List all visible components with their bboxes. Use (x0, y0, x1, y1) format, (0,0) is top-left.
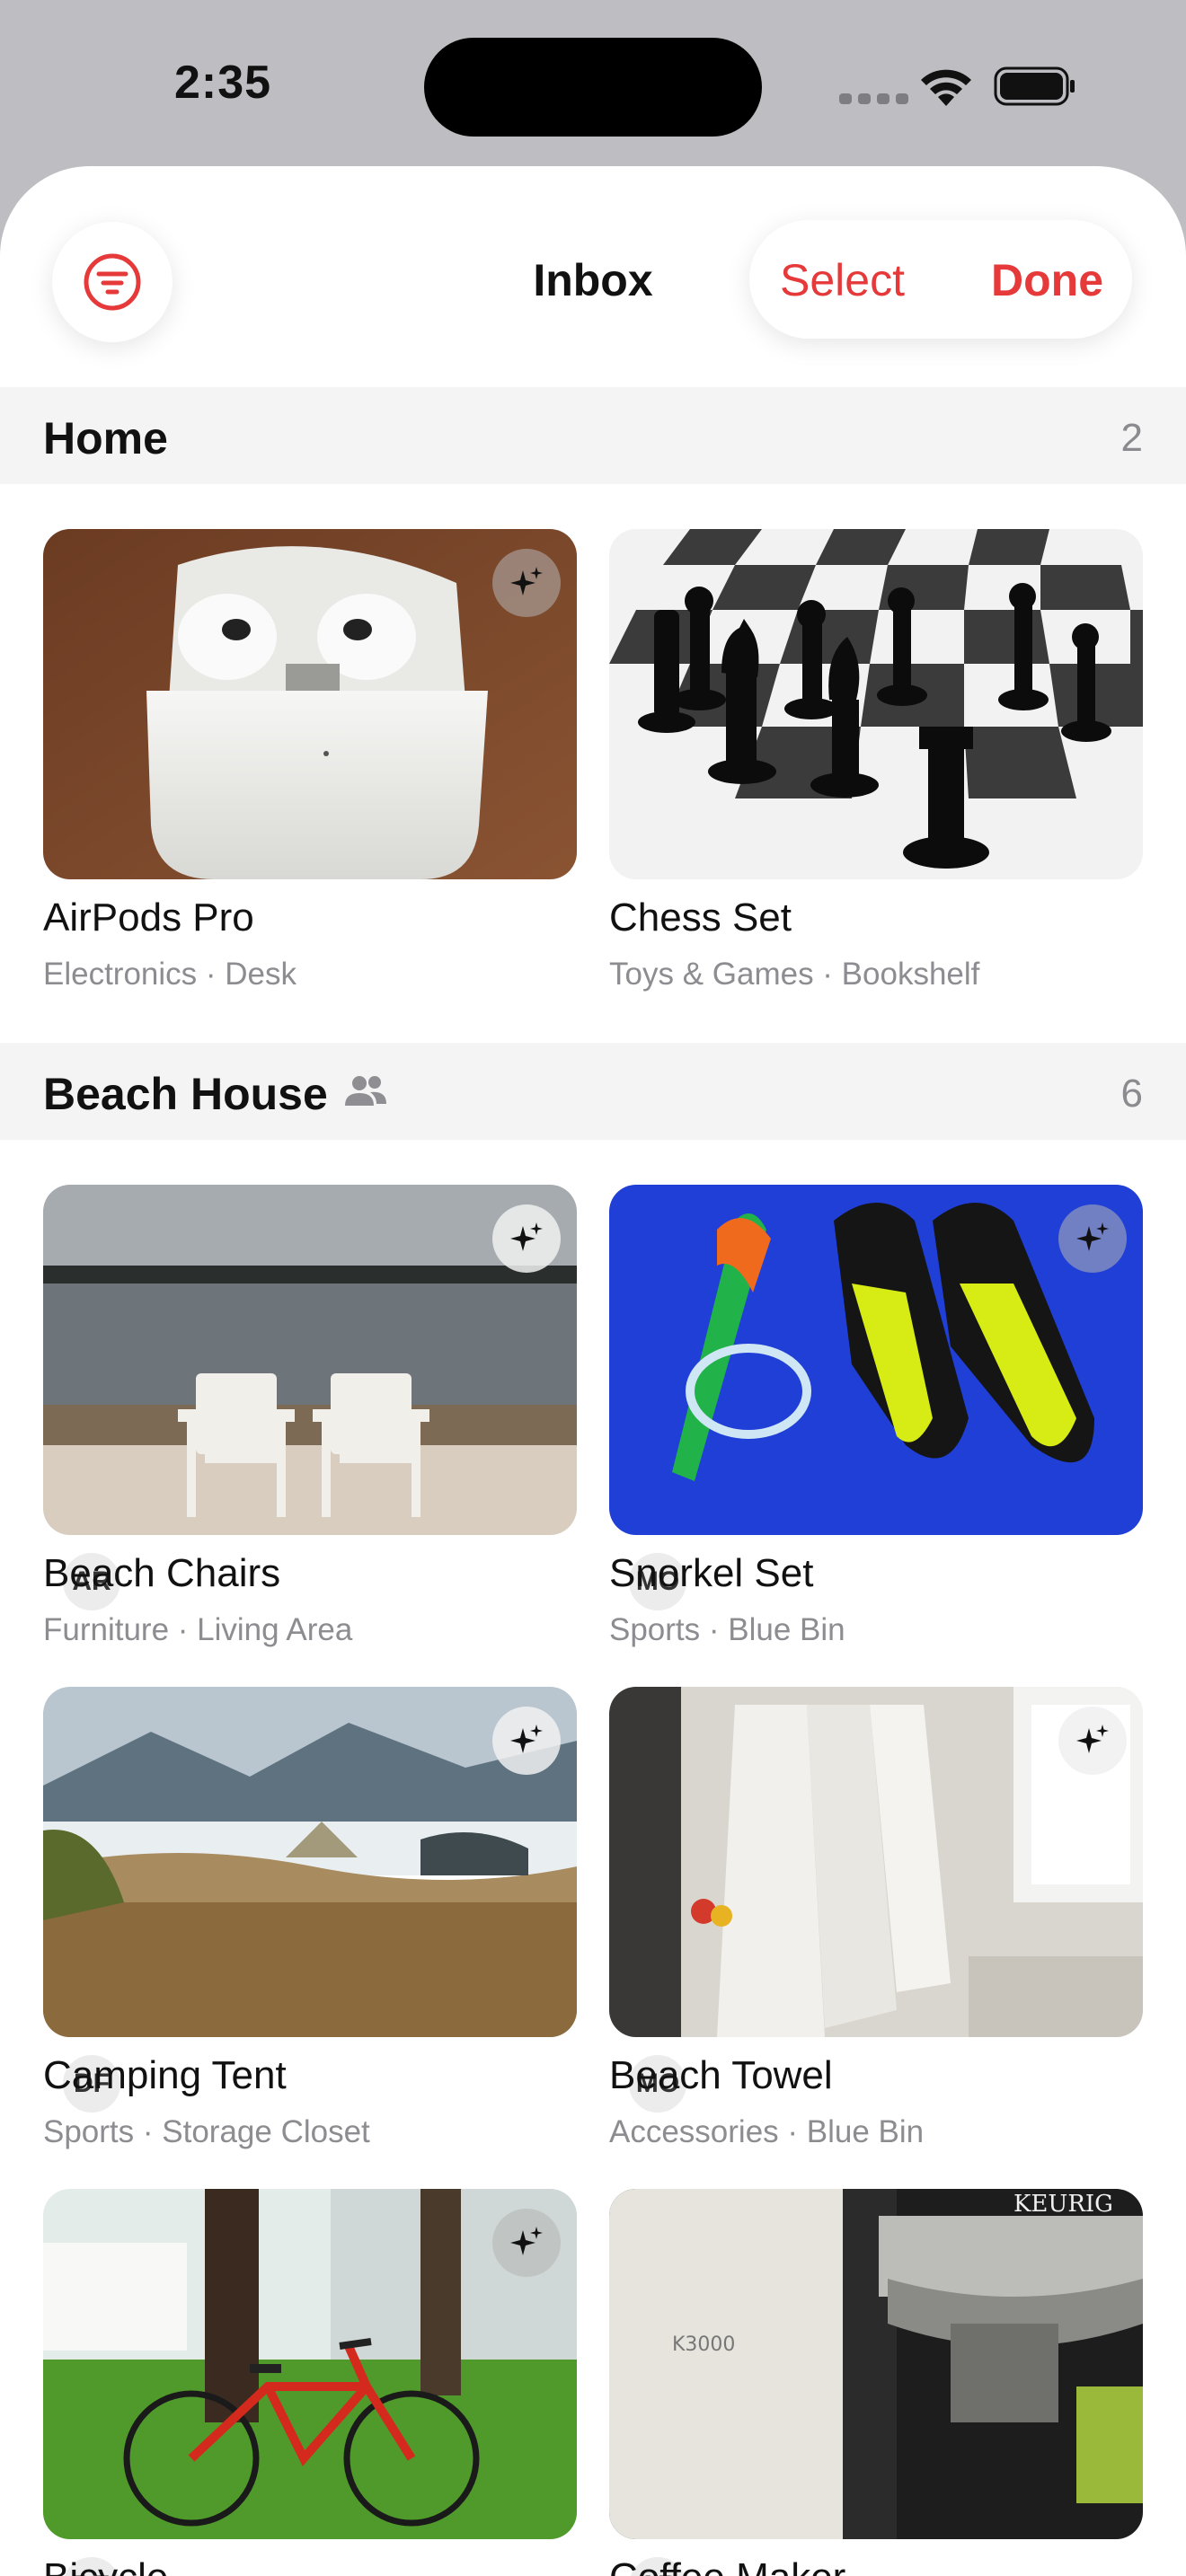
sparkle-icon (510, 2227, 543, 2255)
item-card-beach-towel[interactable]: MO Beach Towel Accessories · Blue Bin (609, 1687, 1143, 2149)
item-photo (609, 529, 1143, 879)
filter-icon (84, 253, 141, 311)
section-header-beach-house[interactable]: Beach House 6 (0, 1043, 1186, 1140)
status-time: 2:35 (174, 57, 272, 109)
section-title: Home (43, 413, 168, 463)
ai-sparkle-button[interactable] (492, 1707, 561, 1775)
item-title: Snorkel Set (609, 1551, 814, 1595)
status-bar: 2:35 (0, 0, 1186, 166)
item-card-coffee-maker[interactable]: KEURIG K3000 AR Coffee Maker (609, 2189, 1143, 2576)
photo-text-brand: KEURIG (1013, 2191, 1113, 2218)
select-button[interactable]: Select (780, 254, 905, 306)
page-title: Inbox (533, 255, 653, 305)
item-card-camping-tent[interactable]: DF Camping Tent Sports · Storage Closet (43, 1687, 577, 2149)
done-button[interactable]: Done (991, 254, 1103, 306)
cellular-signal-icon (839, 93, 908, 104)
dynamic-island (424, 38, 762, 137)
item-subtitle: Furniture · Living Area (43, 1612, 353, 1647)
ai-sparkle-button[interactable] (1058, 1707, 1127, 1775)
item-subtitle: Sports · Storage Closet (43, 2114, 370, 2149)
item-title: Chess Set (609, 895, 792, 940)
chess-photo (609, 529, 1143, 879)
item-card-beach-chairs[interactable]: AR Beach Chairs Furniture · Living Area (43, 1185, 577, 1647)
item-title: Bicycle (43, 2555, 168, 2576)
item-subtitle: Toys & Games · Bookshelf (609, 957, 980, 992)
section-count: 6 (1120, 1072, 1143, 1116)
item-title: Beach Chairs (43, 1551, 281, 1595)
filter-button[interactable] (52, 222, 173, 342)
section-title: Beach House (43, 1069, 328, 1119)
sparkle-icon (1076, 1222, 1109, 1251)
battery-icon (994, 66, 1075, 106)
header-actions: Select Done (749, 220, 1132, 339)
photo-text-model: K3000 (672, 2333, 735, 2356)
section-count: 2 (1120, 416, 1143, 460)
coffee-maker-photo: KEURIG K3000 (609, 2189, 1143, 2539)
item-subtitle: Sports · Blue Bin (609, 1612, 845, 1647)
item-title: Beach Towel (609, 2053, 833, 2097)
ai-sparkle-button[interactable] (492, 549, 561, 617)
sparkle-icon (1076, 1725, 1109, 1753)
sparkle-icon (510, 1222, 543, 1251)
item-card-chess-set[interactable]: Chess Set Toys & Games · Bookshelf (609, 529, 1143, 992)
sparkle-icon (510, 1725, 543, 1753)
wifi-icon (921, 69, 971, 106)
section-header-home[interactable]: Home 2 (0, 387, 1186, 484)
item-title: Coffee Maker (609, 2555, 845, 2576)
item-card-snorkel-set[interactable]: MO Snorkel Set Sports · Blue Bin (609, 1185, 1143, 1647)
inbox-sheet: Inbox Select Done Home 2 AirPods Pro Ele… (0, 166, 1186, 2576)
sparkle-icon (510, 567, 543, 595)
ai-sparkle-button[interactable] (492, 1204, 561, 1273)
item-subtitle: Accessories · Blue Bin (609, 2114, 925, 2149)
shared-people-icon (345, 1076, 386, 1106)
item-card-bicycle[interactable]: DF Bicycle (43, 2189, 577, 2576)
item-subtitle: Electronics · Desk (43, 957, 297, 992)
ai-sparkle-button[interactable] (1058, 1204, 1127, 1273)
item-title: AirPods Pro (43, 895, 254, 940)
item-photo: KEURIG K3000 (609, 2189, 1143, 2539)
item-card-airpods[interactable]: AirPods Pro Electronics · Desk (43, 529, 577, 992)
ai-sparkle-button[interactable] (492, 2209, 561, 2277)
item-title: Camping Tent (43, 2053, 287, 2097)
